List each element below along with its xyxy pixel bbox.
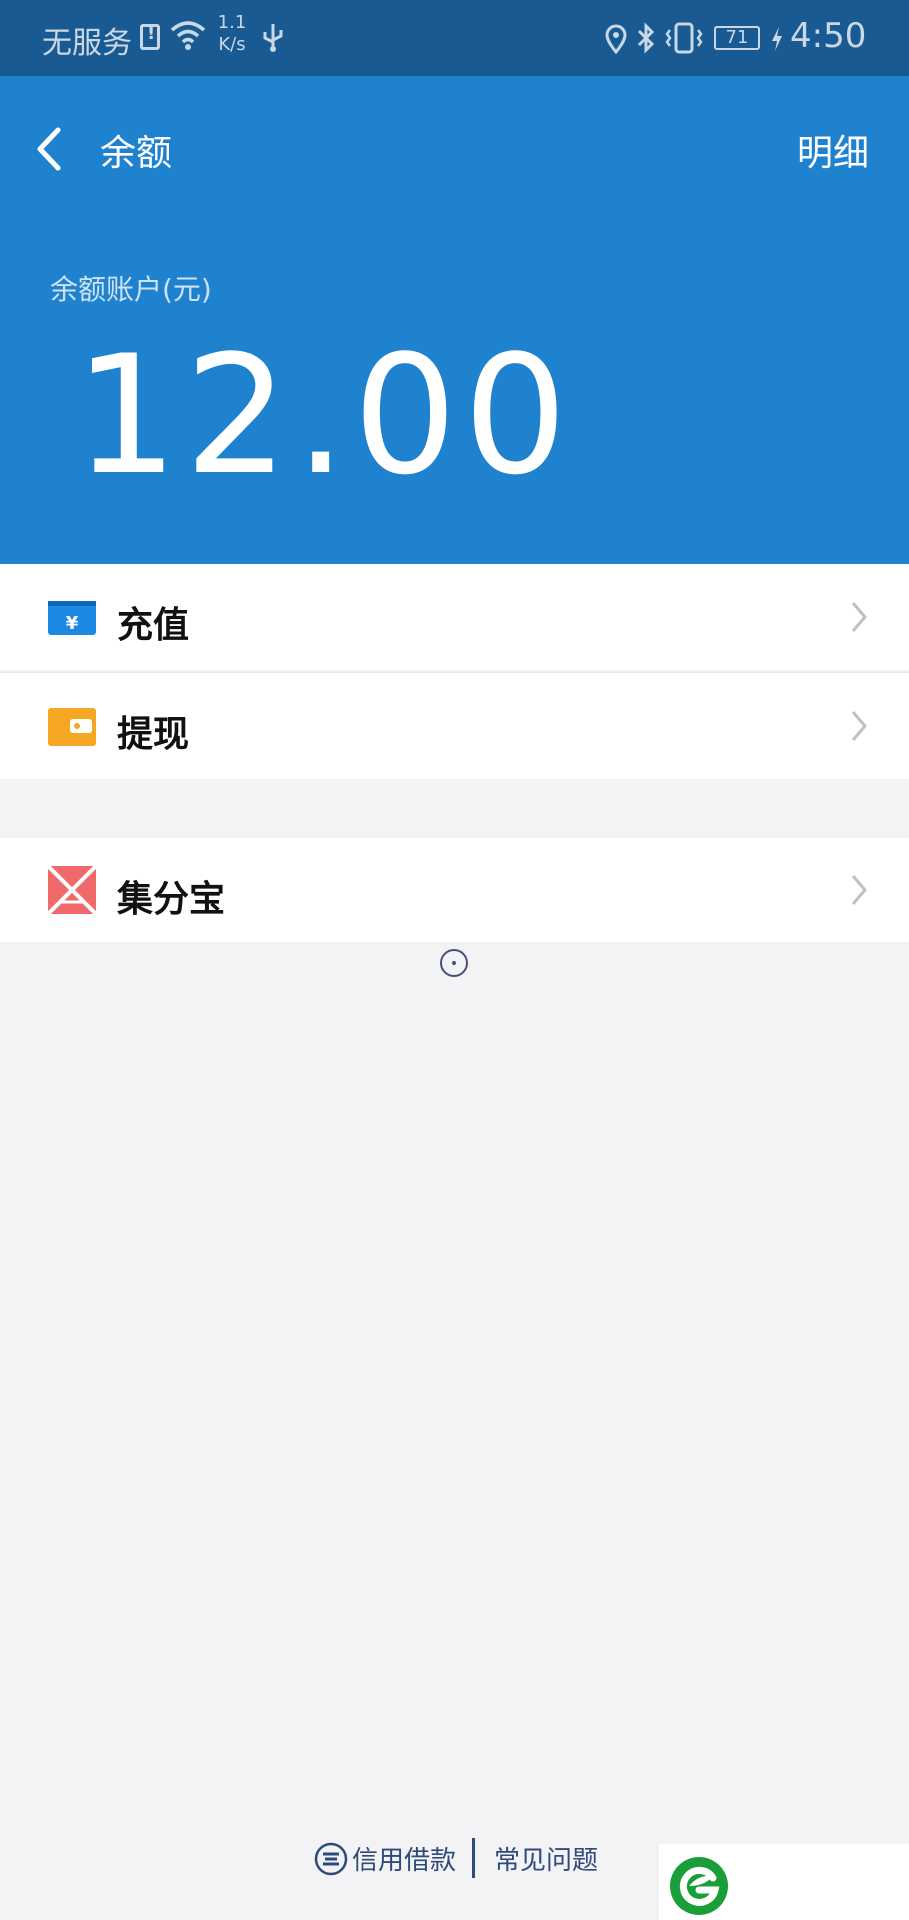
detail-link[interactable]: 明细 bbox=[797, 124, 869, 176]
balance-header: 余额 明细 余额账户(元) 12.00 bbox=[0, 76, 909, 564]
withdraw-icon bbox=[48, 708, 96, 746]
menu-item-label: 提现 bbox=[117, 714, 190, 755]
network-speed: 1.1 K/s bbox=[210, 12, 254, 56]
chevron-right-icon bbox=[851, 875, 867, 905]
menu-item-withdraw[interactable]: 提现 bbox=[0, 673, 909, 779]
status-bar: 无服务 1.1 K/s 71 4:50 bbox=[0, 0, 909, 76]
leaf-logo-icon bbox=[670, 1857, 728, 1915]
usb-icon bbox=[263, 24, 283, 52]
bluetooth-icon bbox=[637, 22, 655, 54]
carrier-label: 无服务 bbox=[42, 26, 132, 61]
footer-separator bbox=[472, 1838, 475, 1878]
recharge-icon: ¥ bbox=[48, 601, 96, 635]
loading-indicator-icon bbox=[440, 949, 468, 977]
chevron-right-icon bbox=[851, 711, 867, 741]
net-speed-unit: K/s bbox=[218, 34, 246, 55]
alert-icon bbox=[140, 23, 160, 50]
jifenbao-icon bbox=[48, 866, 96, 914]
svg-text:¥: ¥ bbox=[66, 613, 79, 634]
vibrate-icon bbox=[665, 22, 703, 54]
page-title: 余额 bbox=[100, 133, 173, 174]
chevron-right-icon bbox=[851, 602, 867, 632]
location-icon bbox=[605, 24, 627, 54]
credit-icon bbox=[314, 1842, 348, 1876]
back-arrow-icon[interactable] bbox=[30, 124, 70, 174]
net-speed-value: 1.1 bbox=[217, 12, 247, 33]
clock: 4:50 bbox=[790, 16, 867, 56]
credit-loan-link[interactable]: 信用借款 bbox=[352, 1840, 456, 1877]
menu-item-label: 充值 bbox=[117, 605, 190, 646]
balance-label: 余额账户(元) bbox=[50, 273, 212, 306]
menu-item-recharge[interactable]: ¥ 充值 bbox=[0, 564, 909, 670]
charging-icon bbox=[772, 27, 782, 51]
menu-item-label: 集分宝 bbox=[117, 879, 226, 920]
wifi-icon bbox=[170, 21, 206, 50]
faq-link[interactable]: 常见问题 bbox=[494, 1840, 598, 1877]
watermark bbox=[659, 1844, 909, 1920]
balance-amount: 12.00 bbox=[74, 320, 574, 511]
battery-indicator: 71 bbox=[714, 26, 760, 50]
menu-item-jifenbao[interactable]: 集分宝 bbox=[0, 838, 909, 942]
